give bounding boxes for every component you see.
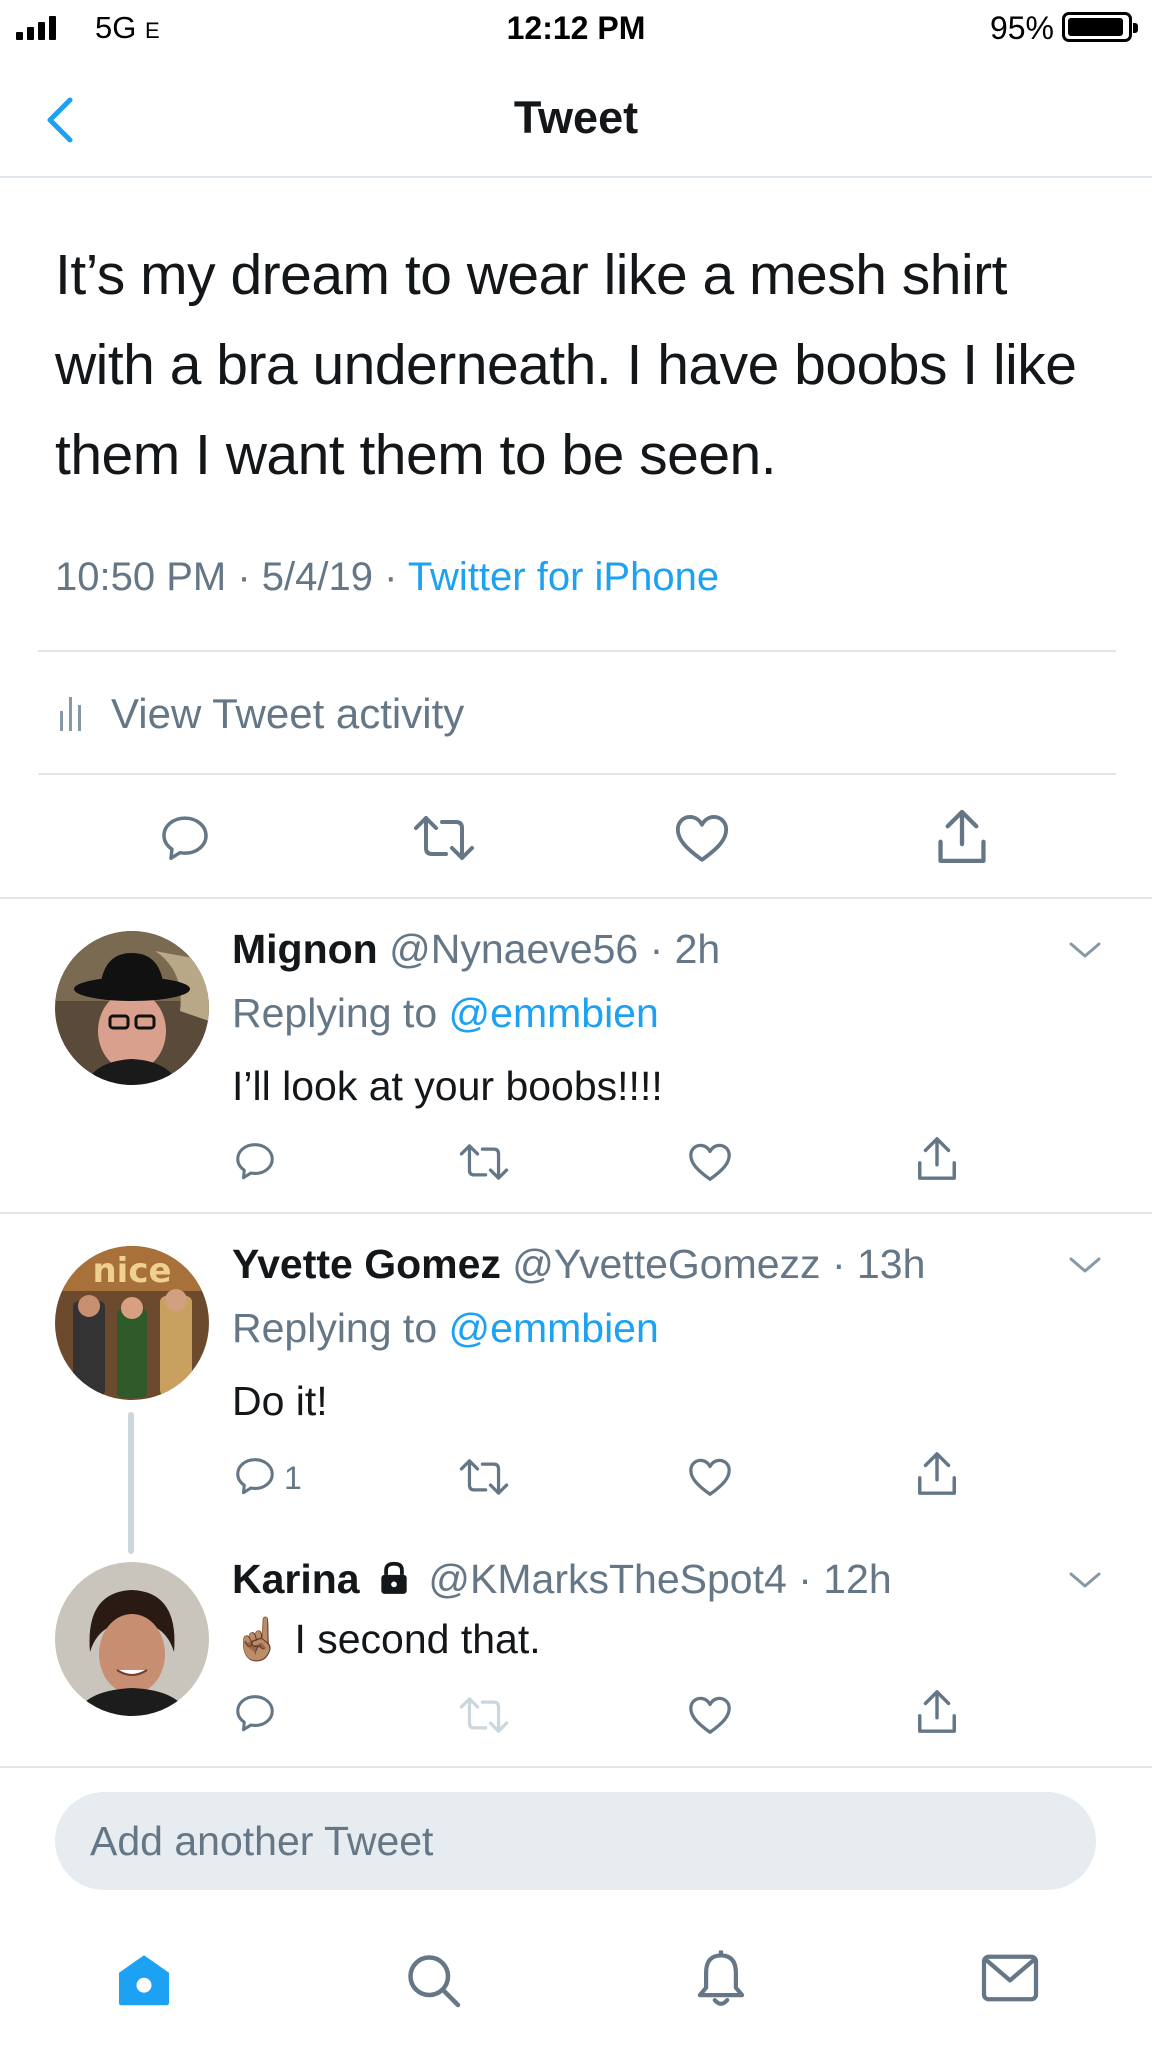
- divider: [0, 1212, 1152, 1214]
- lock-icon: [381, 1561, 407, 1594]
- nav-bar: Tweet: [0, 60, 1152, 178]
- reply-text: I’ll look at your boobs!!!!: [232, 1063, 663, 1109]
- replying-prefix: Replying to: [232, 990, 438, 1036]
- compose-placeholder: Add another Tweet: [90, 1818, 434, 1864]
- mail-icon[interactable]: [979, 1952, 1041, 2009]
- view-tweet-activity-button[interactable]: View Tweet activity: [60, 686, 464, 742]
- tweet-meta: 10:50 PM · 5/4/19 · Twitter for iPhone: [55, 555, 720, 599]
- divider: [38, 773, 1116, 775]
- mention-link[interactable]: @emmbien: [449, 990, 659, 1036]
- reply-body: I second that.: [294, 1616, 541, 1662]
- retweet-icon[interactable]: [412, 812, 476, 869]
- page-title: Tweet: [513, 92, 639, 143]
- avatar-logo-text: nice: [92, 1251, 171, 1291]
- author-name[interactable]: Karina: [232, 1556, 360, 1602]
- tweet-text: It’s my dream to wear like a mesh shirt …: [55, 243, 1077, 487]
- like-icon[interactable]: [687, 1455, 733, 1504]
- replying-to: Replying to @emmbien: [232, 1305, 659, 1352]
- reply-icon[interactable]: [232, 1138, 278, 1189]
- like-icon[interactable]: [673, 810, 731, 871]
- reply-icon[interactable]: [232, 1453, 278, 1504]
- reply-header: Yvette Gomez @YvetteGomezz · 13h: [232, 1241, 926, 1287]
- pointing-up-emoji: ☝🏽: [232, 1616, 284, 1662]
- tweet-actions: [0, 800, 1152, 880]
- author-handle[interactable]: @YvetteGomezz: [512, 1241, 820, 1287]
- retweet-icon[interactable]: [458, 1141, 510, 1188]
- home-icon[interactable]: [114, 1950, 174, 2013]
- share-icon[interactable]: [933, 806, 991, 873]
- avatar[interactable]: [55, 1562, 209, 1716]
- reply-age: 2h: [674, 926, 721, 972]
- share-icon[interactable]: [914, 1449, 960, 1504]
- status-bar: 5G E 12:12 PM 95%: [0, 0, 1152, 60]
- tweet-date: 5/4/19: [261, 555, 373, 599]
- author-name[interactable]: Yvette Gomez: [232, 1241, 501, 1287]
- reply-header: Mignon @Nynaeve56 · 2h: [232, 926, 721, 972]
- mention-link[interactable]: @emmbien: [449, 1305, 659, 1351]
- chevron-down-icon[interactable]: [1065, 1566, 1105, 1594]
- avatar[interactable]: [55, 931, 209, 1085]
- reply-header: Karina @KMarksTheSpot4 · 12h: [232, 1556, 892, 1602]
- reply-text: Do it!: [232, 1378, 328, 1424]
- battery-icon: [1062, 12, 1138, 42]
- bell-icon[interactable]: [691, 1948, 751, 2015]
- reply-text: ☝🏽 I second that.: [232, 1616, 541, 1664]
- like-icon[interactable]: [687, 1693, 733, 1742]
- reply-count: 1: [284, 1460, 302, 1496]
- tweet-source-link[interactable]: Twitter for iPhone: [408, 555, 719, 599]
- replying-to: Replying to @emmbien: [232, 990, 659, 1037]
- retweet-icon: [458, 1694, 510, 1741]
- divider: [0, 897, 1152, 899]
- thread-connector: [128, 1412, 134, 1554]
- retweet-icon[interactable]: [458, 1456, 510, 1503]
- battery-percent: 95%: [989, 10, 1054, 46]
- avatar[interactable]: nice: [55, 1246, 209, 1400]
- like-icon[interactable]: [687, 1140, 733, 1189]
- share-icon[interactable]: [914, 1687, 960, 1742]
- author-handle[interactable]: @KMarksTheSpot4: [428, 1556, 786, 1602]
- status-time: 12:12 PM: [506, 10, 646, 46]
- reply-icon[interactable]: [232, 1690, 278, 1741]
- activity-label: View Tweet activity: [111, 690, 465, 737]
- divider: [0, 1766, 1152, 1768]
- share-icon[interactable]: [914, 1134, 960, 1189]
- chevron-down-icon[interactable]: [1065, 936, 1105, 964]
- chevron-down-icon[interactable]: [1065, 1251, 1105, 1279]
- add-tweet-input[interactable]: Add another Tweet: [55, 1792, 1096, 1890]
- search-icon[interactable]: [403, 1950, 463, 2015]
- author-name[interactable]: Mignon: [232, 926, 378, 972]
- divider: [38, 650, 1116, 652]
- tweet-time: 10:50 PM: [55, 555, 227, 599]
- reply-age: 13h: [856, 1241, 926, 1287]
- reply-icon[interactable]: [157, 810, 213, 871]
- author-handle[interactable]: @Nynaeve56: [389, 926, 638, 972]
- analytics-icon: [60, 697, 81, 731]
- replying-prefix: Replying to: [232, 1305, 438, 1351]
- tab-bar: [0, 1920, 1152, 2048]
- reply-age: 12h: [823, 1556, 892, 1602]
